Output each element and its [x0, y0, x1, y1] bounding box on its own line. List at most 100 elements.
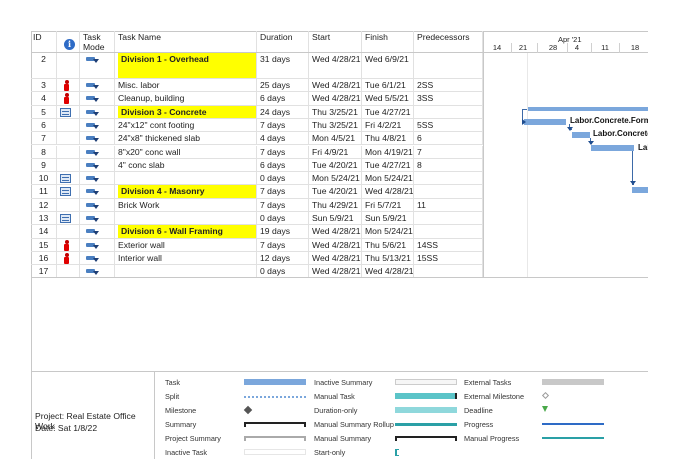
table-row[interactable]: 15 Exterior wall 7 days Wed 4/28/21 Thu 5/6/… — [31, 238, 483, 252]
row-predecessors[interactable]: 8 — [414, 158, 483, 172]
row-task-mode[interactable] — [80, 185, 115, 198]
row-task-name[interactable]: Brick Work — [115, 198, 257, 211]
row-task-name[interactable]: Division 6 - Wall Framing — [115, 225, 257, 238]
row-duration[interactable]: 0 days — [257, 172, 309, 185]
row-start[interactable]: Thu 3/25/21 — [309, 105, 362, 118]
gantt-task-bar[interactable] — [572, 132, 590, 138]
row-start[interactable]: Wed 4/28/21 — [309, 225, 362, 238]
table-row[interactable]: 8 8"x20" conc wall 7 days Fri 4/9/21 Mon 4/1… — [31, 145, 483, 159]
table-row[interactable]: 3 Misc. labor 25 days Wed 4/28/21 Tue 6/1/21… — [31, 79, 483, 93]
row-duration[interactable]: 19 days — [257, 225, 309, 238]
header-task-name[interactable]: Task Name — [115, 31, 257, 52]
table-row[interactable]: 13 0 days Sun 5/9/21 Sun 5/9/21 — [31, 212, 483, 226]
row-task-name[interactable] — [115, 265, 257, 278]
row-task-mode[interactable] — [80, 53, 115, 78]
header-id[interactable]: ID — [31, 31, 57, 52]
row-finish[interactable]: Tue 6/1/21 — [362, 79, 414, 92]
gantt-task-bar[interactable] — [591, 145, 634, 151]
table-row[interactable]: 7 24"x8" thickened slab 4 days Mon 4/5/21 Th… — [31, 132, 483, 146]
table-row[interactable]: 9 4" conc slab 6 days Tue 4/20/21 Tue 4/27/2… — [31, 158, 483, 173]
row-predecessors[interactable]: 2SS — [414, 79, 483, 92]
row-start[interactable]: Wed 4/28/21 — [309, 53, 362, 78]
row-task-mode[interactable] — [80, 145, 115, 158]
row-task-mode[interactable] — [80, 105, 115, 118]
header-start[interactable]: Start — [309, 31, 362, 52]
row-finish[interactable]: Sun 5/9/21 — [362, 212, 414, 225]
row-predecessors[interactable]: 14SS — [414, 238, 483, 251]
row-finish[interactable]: Thu 5/6/21 — [362, 238, 414, 251]
table-row[interactable]: 4 Cleanup, building 6 days Wed 4/28/21 Wed 5… — [31, 92, 483, 106]
row-task-mode[interactable] — [80, 132, 115, 145]
row-task-name[interactable]: Interior wall — [115, 251, 257, 265]
table-row[interactable]: 16 Interior wall 12 days Wed 4/28/21 Thu 5/1… — [31, 251, 483, 266]
row-predecessors[interactable] — [414, 53, 483, 78]
row-start[interactable]: Tue 4/20/21 — [309, 185, 362, 198]
row-task-mode[interactable] — [80, 198, 115, 211]
header-indicators[interactable]: i — [57, 31, 80, 52]
header-finish[interactable]: Finish — [362, 31, 414, 52]
row-predecessors[interactable]: 5SS — [414, 118, 483, 132]
row-task-mode[interactable] — [80, 251, 115, 265]
row-start[interactable]: Mon 5/24/21 — [309, 172, 362, 185]
row-duration[interactable]: 12 days — [257, 251, 309, 265]
row-task-name[interactable]: Division 1 - Overhead — [115, 53, 257, 78]
row-finish[interactable]: Tue 4/27/21 — [362, 158, 414, 172]
row-start[interactable]: Fri 4/9/21 — [309, 145, 362, 158]
table-row[interactable]: 12 Brick Work 7 days Thu 4/29/21 Fri 5/7/21 1… — [31, 198, 483, 212]
row-duration[interactable]: 4 days — [257, 132, 309, 145]
header-duration[interactable]: Duration — [257, 31, 309, 52]
row-finish[interactable]: Wed 5/5/21 — [362, 92, 414, 105]
row-task-mode[interactable] — [80, 92, 115, 105]
row-duration[interactable]: 31 days — [257, 53, 309, 78]
row-start[interactable]: Thu 4/29/21 — [309, 198, 362, 211]
row-predecessors[interactable]: 11 — [414, 198, 483, 211]
table-row[interactable]: 14 Division 6 - Wall Framing 19 days Wed 4/… — [31, 225, 483, 239]
row-duration[interactable]: 24 days — [257, 105, 309, 118]
row-duration[interactable]: 7 days — [257, 198, 309, 211]
gantt-task-bar[interactable] — [524, 119, 566, 125]
row-duration[interactable]: 7 days — [257, 185, 309, 198]
row-finish[interactable]: Fri 5/7/21 — [362, 198, 414, 211]
row-finish[interactable]: Thu 4/8/21 — [362, 132, 414, 145]
row-duration[interactable]: 7 days — [257, 145, 309, 158]
row-finish[interactable]: Mon 5/24/21 — [362, 225, 414, 238]
row-finish[interactable]: Tue 4/27/21 — [362, 105, 414, 118]
row-start[interactable]: Mon 4/5/21 — [309, 132, 362, 145]
row-task-name[interactable]: 8"x20" conc wall — [115, 145, 257, 158]
row-finish[interactable]: Wed 6/9/21 — [362, 53, 414, 78]
row-task-mode[interactable] — [80, 79, 115, 92]
row-task-name[interactable]: 4" conc slab — [115, 158, 257, 172]
row-finish[interactable]: Thu 5/13/21 — [362, 251, 414, 265]
row-predecessors[interactable] — [414, 212, 483, 225]
table-row[interactable]: 5 Division 3 - Concrete 24 days Thu 3/25/21… — [31, 105, 483, 119]
row-task-mode[interactable] — [80, 225, 115, 238]
row-duration[interactable]: 6 days — [257, 158, 309, 172]
row-predecessors[interactable] — [414, 225, 483, 238]
table-row[interactable]: 10 0 days Mon 5/24/21 Mon 5/24/21 — [31, 172, 483, 186]
row-start[interactable]: Thu 3/25/21 — [309, 118, 362, 132]
row-start[interactable]: Wed 4/28/21 — [309, 265, 362, 278]
row-task-mode[interactable] — [80, 158, 115, 172]
row-start[interactable]: Wed 4/28/21 — [309, 92, 362, 105]
row-finish[interactable]: Mon 4/19/21 — [362, 145, 414, 158]
row-finish[interactable]: Mon 5/24/21 — [362, 172, 414, 185]
row-start[interactable]: Tue 4/20/21 — [309, 158, 362, 172]
gantt-task-bar[interactable] — [528, 107, 648, 111]
table-row[interactable]: 6 24"x12" cont footing 7 days Thu 3/25/21 Fr… — [31, 118, 483, 133]
row-predecessors[interactable]: 7 — [414, 145, 483, 158]
row-task-name[interactable] — [115, 172, 257, 185]
row-start[interactable]: Sun 5/9/21 — [309, 212, 362, 225]
row-task-name[interactable]: 24"x12" cont footing — [115, 118, 257, 132]
row-duration[interactable]: 6 days — [257, 92, 309, 105]
row-start[interactable]: Wed 4/28/21 — [309, 238, 362, 251]
row-predecessors[interactable] — [414, 265, 483, 278]
row-duration[interactable]: 7 days — [257, 118, 309, 132]
row-task-name[interactable]: Division 4 - Masonry — [115, 185, 257, 198]
row-task-mode[interactable] — [80, 265, 115, 278]
row-predecessors[interactable]: 6 — [414, 132, 483, 145]
row-finish[interactable]: Wed 4/28/21 — [362, 185, 414, 198]
row-duration[interactable]: 25 days — [257, 79, 309, 92]
table-row[interactable]: 11 Division 4 - Masonry 7 days Tue 4/20/21 W… — [31, 185, 483, 199]
row-task-name[interactable] — [115, 212, 257, 225]
row-task-name[interactable]: Exterior wall — [115, 238, 257, 251]
